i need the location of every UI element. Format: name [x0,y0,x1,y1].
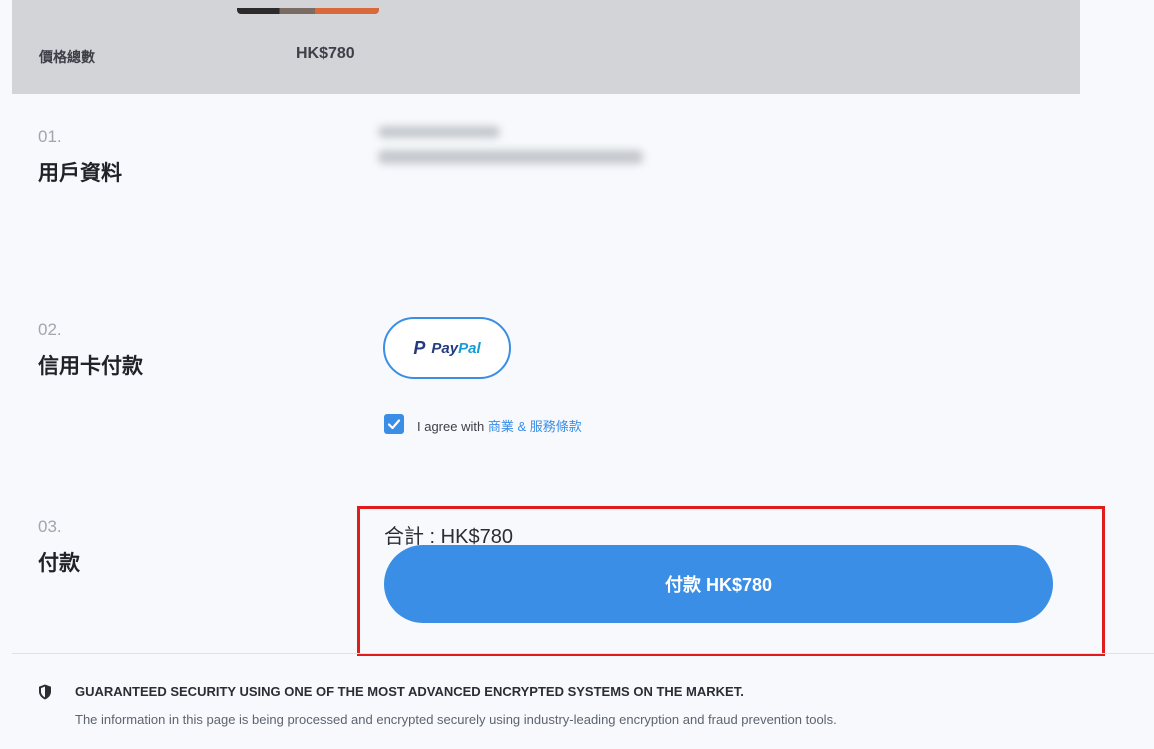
terms-agreement-text: I agree with 商業 & 服務條款 [417,416,582,435]
step-2-number: 02. [38,320,62,339]
paypal-wordmark: PayPal [431,340,480,357]
section-divider [12,653,1154,654]
paypal-wordmark-pay: Pay [431,339,459,357]
pay-button[interactable]: 付款 HK$780 [384,545,1053,623]
paypal-wordmark-pal: Pal [458,339,481,357]
security-title: GUARANTEED SECURITY USING ONE OF THE MOS… [75,684,744,699]
step-2-title: 信用卡付款 [38,355,143,378]
total-price-label: 價格總數 [39,49,95,65]
pay-button-label: 付款 HK$780 [664,575,773,595]
shield-icon [39,684,51,700]
step-1-number: 01. [38,127,62,146]
total-price-value: HK$780 [296,45,355,62]
step-1-title: 用戶資料 [38,162,122,185]
redacted-user-contact [378,150,643,164]
redacted-user-name [378,126,500,138]
step-3-number: 03. [38,517,62,536]
paypal-button[interactable]: P PayPal [383,317,511,379]
step-3-title: 付款 [38,552,80,575]
terms-link[interactable]: 商業 & 服務條款 [488,419,582,434]
paypal-logo-icon: P [413,337,426,358]
product-thumbnail [237,8,379,14]
terms-agreement-prefix: I agree with [417,419,488,434]
order-summary-bar: 價格總數 HK$780 [12,0,1080,94]
terms-checkbox[interactable] [384,414,404,434]
checkmark-icon [387,419,401,430]
security-description: The information in this page is being pr… [75,712,837,727]
